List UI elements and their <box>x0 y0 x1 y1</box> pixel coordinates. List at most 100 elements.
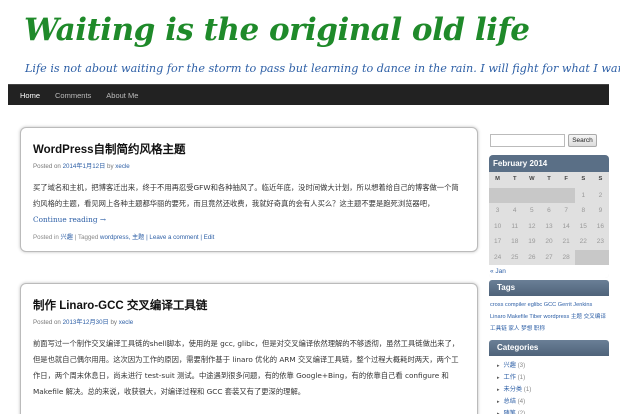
edit-link[interactable]: | Edit <box>200 234 214 241</box>
post-excerpt: 买了域名和主机，把博客迁出来，终于不用再忍受GFW和各种抽风了。临近年底，没时间… <box>33 180 465 228</box>
meta-prefix: Posted on <box>33 319 61 326</box>
calendar-day: 12 <box>528 222 536 230</box>
category-item[interactable]: ▸ 兴趣 (3) <box>497 360 609 372</box>
calendar-dow: F <box>564 176 568 182</box>
calendar-day: 6 <box>547 207 551 214</box>
post-meta: Posted on 2014年1月12日 by xecle <box>33 161 465 170</box>
nav-home[interactable]: Home <box>20 91 40 100</box>
calendar-day: 15 <box>579 222 587 230</box>
meta-by: by <box>110 319 117 326</box>
post-title[interactable]: 制作 Linaro-GCC 交叉编译工具链 <box>33 297 465 313</box>
calendar-day: 20 <box>545 238 553 245</box>
calendar-day: 2 <box>598 191 603 199</box>
calendar-day: 3 <box>495 207 500 214</box>
calendar-day: 17 <box>493 238 502 245</box>
calendar-day: 22 <box>579 238 587 245</box>
categories-list: ▸ 兴趣 (3) ▸ 工作 (1) ▸ 未分类 (1) ▸ 总结 (4) ▸ 随笔 (2) <box>489 356 609 414</box>
calendar-day: 1 <box>581 191 586 199</box>
calendar-day: 23 <box>596 238 605 245</box>
category-link[interactable]: 兴趣 <box>61 234 73 241</box>
post-footer: Posted in 兴趣 | Tagged wordpress, 主题 | Le… <box>33 232 465 241</box>
category-name[interactable]: 未分类 <box>504 386 523 393</box>
footer-tagged: | Tagged <box>74 234 99 241</box>
post-meta: Posted on 2013年12月30日 by xecle <box>33 317 465 326</box>
calendar-widget: February 2014 M T W T F S S 1 2 3 4 5 6 7 8 9 10 11 12 13 14… <box>489 155 609 278</box>
post-card: WordPress自制简约风格主题 Posted on 2014年1月12日 b… <box>20 127 478 252</box>
bullet-icon: ▸ <box>497 387 500 393</box>
tags-widget: Tags cross compiler eglibc GCC Gerrit Je… <box>489 280 609 338</box>
post-date-link[interactable]: 2014年1月12日 <box>63 163 106 170</box>
calendar-day: 11 <box>511 222 519 230</box>
category-count: (1) <box>522 386 532 393</box>
continue-reading-link[interactable]: Continue reading → <box>33 215 106 224</box>
calendar-dow: S <box>598 176 603 182</box>
search-button[interactable]: Search <box>568 134 597 147</box>
calendar-day: 28 <box>562 253 570 261</box>
calendar-day: 24 <box>493 253 502 261</box>
category-count: (1) <box>515 374 526 381</box>
site-tagline: Life is not about waiting for the storm … <box>25 62 620 75</box>
calendar-empty-cell <box>523 187 541 203</box>
calendar-empty-cell <box>591 249 609 265</box>
category-count: (3) <box>515 362 526 369</box>
bullet-icon: ▸ <box>497 399 500 405</box>
calendar-day: 19 <box>528 238 536 245</box>
categories-widget: Categories ▸ 兴趣 (3) ▸ 工作 (1) ▸ 未分类 (1) ▸ 总结 (4)… <box>489 340 609 414</box>
category-name[interactable]: 工作 <box>504 374 516 381</box>
calendar-day: 9 <box>598 207 603 214</box>
nav-about-me[interactable]: About Me <box>106 91 138 100</box>
tags-link[interactable]: wordpress, 主题 <box>100 234 144 241</box>
search-input[interactable] <box>490 134 565 147</box>
category-item[interactable]: ▸ 随笔 (2) <box>497 408 609 414</box>
footer-posted-in: Posted in <box>33 234 59 241</box>
category-name[interactable]: 兴趣 <box>504 362 516 369</box>
calendar-grid: M T W T F S S 1 2 3 4 5 6 7 8 9 10 11 12 13 14 15 16 17 18 19 20 21… <box>489 172 609 265</box>
calendar-day: 7 <box>564 207 568 214</box>
category-count: (2) <box>515 410 526 414</box>
tag-cloud[interactable]: cross compiler eglibc GCC Gerrit Jenkins… <box>489 296 609 338</box>
meta-by: by <box>107 163 114 170</box>
calendar-day: 27 <box>545 253 553 261</box>
category-count: (4) <box>515 398 526 405</box>
calendar-prev-link[interactable]: « Jan <box>489 265 609 278</box>
calendar-day: 25 <box>511 253 519 261</box>
category-name[interactable]: 总结 <box>504 398 516 405</box>
leave-comment-link[interactable]: | Leave a comment <box>146 234 199 241</box>
calendar-dow: W <box>529 176 535 182</box>
main-navigation: Home Comments About Me <box>8 84 609 105</box>
calendar-empty-cell <box>506 187 524 203</box>
calendar-day: 8 <box>581 207 586 214</box>
category-item[interactable]: ▸ 工作 (1) <box>497 372 609 384</box>
calendar-dow: S <box>581 176 586 182</box>
category-name[interactable]: 随笔 <box>504 410 516 414</box>
calendar-day: 5 <box>530 207 534 214</box>
calendar-month: February 2014 <box>489 155 609 172</box>
calendar-empty-cell <box>489 187 507 203</box>
post-card: 制作 Linaro-GCC 交叉编译工具链 Posted on 2013年12月… <box>20 283 478 414</box>
post-author-link[interactable]: xecle <box>119 319 133 326</box>
calendar-dow: T <box>512 176 517 182</box>
post-excerpt: 前面写过一个制作交叉编译工具链的shell脚本，使用的是 gcc, glibc，… <box>33 339 460 396</box>
calendar-dow: T <box>547 176 551 182</box>
post-title[interactable]: WordPress自制简约风格主题 <box>33 141 465 157</box>
calendar-empty-cell <box>540 187 558 203</box>
calendar-day: 14 <box>562 222 570 230</box>
calendar-day: 21 <box>562 238 570 245</box>
post-excerpt-text: 买了域名和主机，把博客迁出来，终于不用再忍受GFW和各种抽风了。临近年底，没时间… <box>33 183 459 208</box>
calendar-empty-cell <box>574 249 592 265</box>
site-title[interactable]: Waiting is the original old life <box>24 12 530 48</box>
category-item[interactable]: ▸ 未分类 (1) <box>497 384 609 396</box>
bullet-icon: ▸ <box>497 363 500 369</box>
calendar-day: 10 <box>493 222 502 230</box>
categories-widget-title: Categories <box>489 340 609 356</box>
post-date-link[interactable]: 2013年12月30日 <box>63 319 109 326</box>
post-author-link[interactable]: xecle <box>115 163 129 170</box>
nav-comments[interactable]: Comments <box>55 91 91 100</box>
calendar-day: 16 <box>596 222 605 230</box>
calendar-day: 26 <box>528 253 536 261</box>
tags-widget-title: Tags <box>489 280 609 296</box>
meta-prefix: Posted on <box>33 163 61 170</box>
calendar-day: 4 <box>512 207 517 214</box>
calendar-day: 13 <box>545 222 553 230</box>
category-item[interactable]: ▸ 总结 (4) <box>497 396 609 408</box>
